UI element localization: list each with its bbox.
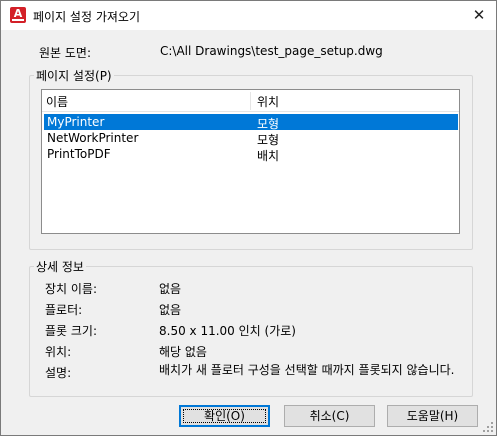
- where-label: 위치:: [45, 345, 72, 359]
- page-setup-import-dialog: A 페이지 설정 가져오기 ✕ 원본 도면: C:\All Drawings\t…: [0, 0, 497, 436]
- page-setups-group-label: 페이지 설정(P): [36, 69, 112, 83]
- where-value: 해당 없음: [159, 345, 207, 359]
- list-header: 이름 위치: [42, 90, 459, 112]
- column-header-name[interactable]: 이름: [46, 93, 68, 110]
- list-item-networkprinter[interactable]: NetWorkPrinter 모형: [44, 130, 458, 147]
- page-setups-list[interactable]: 이름 위치 MyPrinter 모형 NetWorkPrinter 모형 Pri…: [41, 89, 460, 234]
- ok-button[interactable]: 확인(O): [179, 405, 270, 427]
- autocad-app-icon: A: [10, 7, 26, 23]
- list-item-name: NetWorkPrinter: [47, 131, 139, 145]
- source-drawing-label: 원본 도면:: [39, 46, 92, 60]
- cancel-button-label: 취소(C): [309, 409, 350, 423]
- ok-button-label: 확인(O): [204, 409, 245, 423]
- cancel-button[interactable]: 취소(C): [284, 405, 375, 427]
- details-group-label: 상세 정보: [36, 260, 84, 274]
- list-item-name: PrintToPDF: [47, 147, 111, 161]
- source-drawing-path: C:\All Drawings\test_page_setup.dwg: [160, 44, 383, 58]
- column-header-location[interactable]: 위치: [257, 93, 279, 110]
- description-label: 설명:: [45, 366, 72, 380]
- title-bar[interactable]: A 페이지 설정 가져오기 ✕: [1, 1, 496, 30]
- description-value: 배치가 새 플로터 구성을 선택할 때까지 플롯되지 않습니다.: [159, 363, 455, 377]
- resize-grip-icon[interactable]: [483, 422, 493, 432]
- column-separator[interactable]: [250, 92, 251, 110]
- plot-size-value: 8.50 x 11.00 인치 (가로): [159, 324, 296, 338]
- plotter-label: 플로터:: [45, 303, 83, 317]
- plot-size-label: 플롯 크기:: [45, 324, 98, 338]
- list-item-name: MyPrinter: [47, 115, 105, 129]
- list-item-location: 배치: [257, 149, 280, 163]
- list-item-myprinter[interactable]: MyPrinter 모형: [44, 114, 458, 131]
- list-item-printtopdf[interactable]: PrintToPDF 배치: [44, 146, 458, 163]
- help-button[interactable]: 도움말(H): [387, 405, 478, 427]
- plotter-value: 없음: [159, 303, 182, 317]
- device-name-value: 없음: [159, 282, 182, 296]
- help-button-label: 도움말(H): [406, 409, 459, 423]
- close-icon[interactable]: ✕: [462, 1, 496, 30]
- window-title: 페이지 설정 가져오기: [33, 10, 140, 24]
- device-name-label: 장치 이름:: [45, 282, 98, 296]
